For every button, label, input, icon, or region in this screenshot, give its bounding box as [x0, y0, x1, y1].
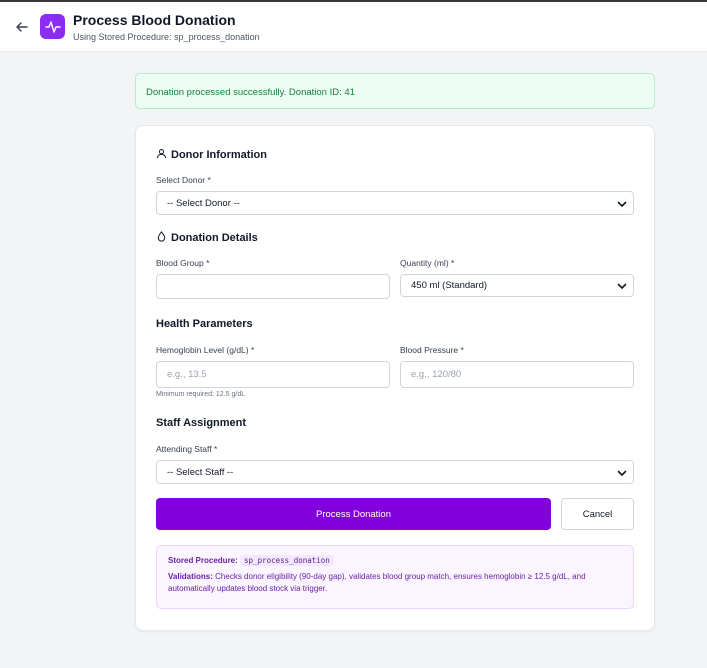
donation-form-card: Donor Information Select Donor * -- Sele… [135, 125, 655, 631]
success-alert: Donation processed successfully. Donatio… [135, 73, 655, 109]
hemoglobin-hint: Minimum required: 12.5 g/dL [156, 391, 246, 398]
validations-label: Validations: [168, 572, 213, 581]
top-bar: Process Blood Donation Using Stored Proc… [0, 0, 707, 52]
blood-group-input[interactable] [156, 274, 390, 299]
validations-text: Checks donor eligibility (90-day gap), v… [168, 572, 586, 593]
page-subtitle: Using Stored Procedure: sp_process_donat… [73, 32, 260, 42]
donation-section-title: Donation Details [171, 232, 258, 244]
blood-pressure-label: Blood Pressure * [400, 345, 464, 355]
donor-section-title: Donor Information [171, 149, 267, 161]
back-arrow-icon[interactable] [14, 19, 30, 35]
droplet-icon [156, 231, 167, 245]
stored-procedure-info: Stored Procedure: sp_process_donation Va… [156, 545, 634, 609]
staff-section-title: Staff Assignment [156, 417, 247, 429]
procedure-label: Stored Procedure: [168, 556, 238, 565]
health-section-title: Health Parameters [156, 318, 253, 330]
select-donor-value: -- Select Donor -- [167, 197, 240, 209]
quantity-value: 450 ml (Standard) [411, 280, 488, 291]
chevron-down-icon [617, 281, 627, 291]
chevron-down-icon [617, 199, 627, 209]
quantity-dropdown[interactable]: 450 ml (Standard) [400, 274, 634, 297]
validations-line: Validations: Checks donor eligibility (9… [168, 571, 622, 595]
procedure-line: Stored Procedure: sp_process_donation [168, 555, 622, 567]
procedure-name: sp_process_donation [240, 555, 334, 566]
chevron-down-icon [617, 468, 627, 478]
select-donor-dropdown[interactable]: -- Select Donor -- [156, 191, 634, 215]
activity-pulse-icon [40, 14, 65, 39]
blood-group-label: Blood Group * [156, 258, 210, 268]
user-icon [156, 148, 167, 162]
quantity-label: Quantity (ml) * [400, 258, 455, 268]
blood-pressure-input[interactable]: e.g., 120/80 [400, 361, 634, 388]
process-donation-button[interactable]: Process Donation [156, 498, 551, 530]
cancel-button[interactable]: Cancel [561, 498, 634, 530]
hemoglobin-label: Hemoglobin Level (g/dL) * [156, 345, 255, 355]
hemoglobin-input[interactable]: e.g., 13.5 [156, 361, 390, 388]
attending-staff-value: -- Select Staff -- [167, 466, 234, 478]
page-title: Process Blood Donation [73, 12, 236, 28]
donation-section-header: Donation Details [156, 231, 258, 245]
donor-section-header: Donor Information [156, 148, 267, 162]
blood-pressure-placeholder: e.g., 120/80 [411, 369, 462, 380]
attending-staff-dropdown[interactable]: -- Select Staff -- [156, 460, 634, 484]
select-donor-label: Select Donor * [156, 175, 211, 185]
attending-staff-label: Attending Staff * [156, 444, 218, 454]
hemoglobin-placeholder: e.g., 13.5 [167, 369, 207, 380]
